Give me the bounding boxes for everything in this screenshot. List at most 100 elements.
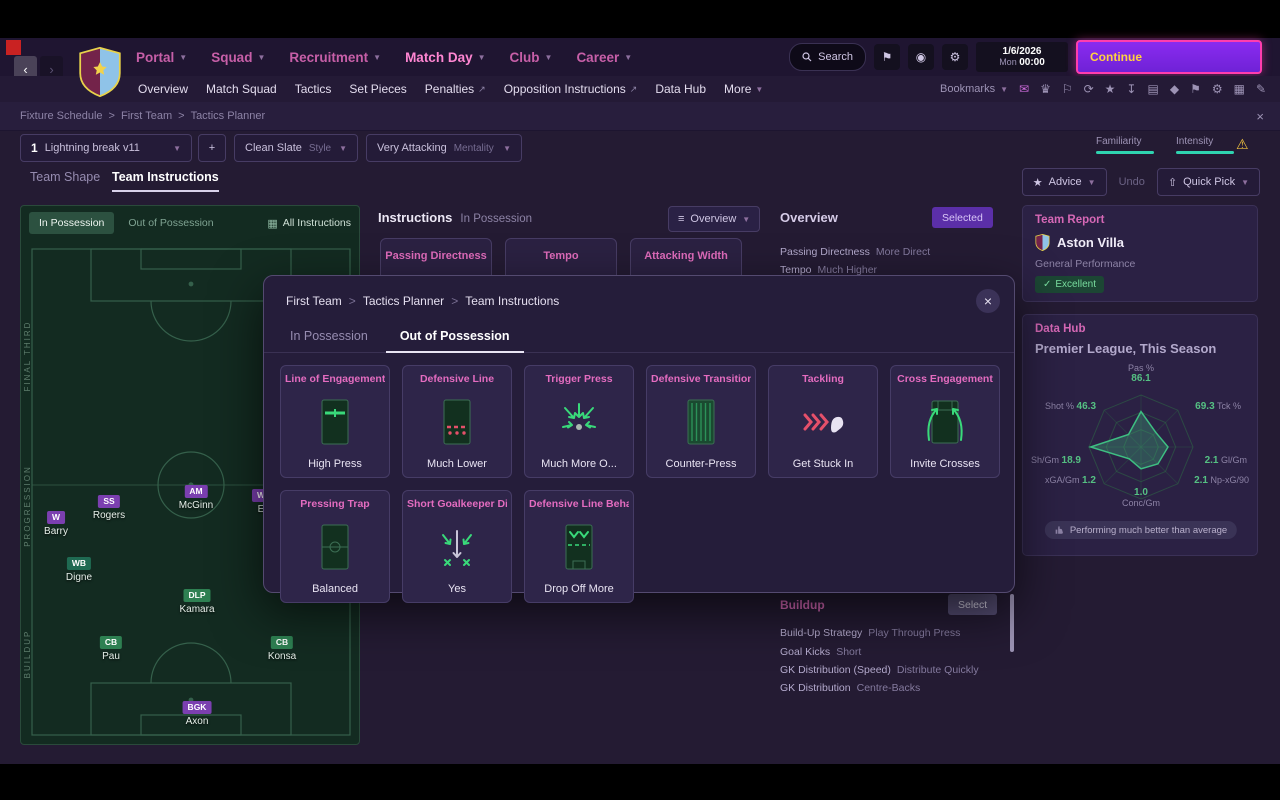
bookmarks-dropdown[interactable]: Bookmarks▼ [940, 83, 1008, 95]
modal-tab-out-of-possession[interactable]: Out of Possession [386, 321, 524, 353]
undo-button[interactable]: Undo [1119, 176, 1145, 188]
crumb-first-team[interactable]: First Team [286, 294, 342, 308]
preferences-button[interactable]: ⚙ [942, 44, 968, 70]
data-hub-panel: Data Hub Premier League, This Season Pas… [1022, 314, 1258, 556]
pitch-player-konsa[interactable]: CB Konsa [268, 636, 296, 662]
award-icon[interactable]: ★ [1105, 82, 1116, 96]
instruction-card-line-of-engagement[interactable]: Line of Engagement High Press [280, 365, 390, 478]
nav-match-day[interactable]: Match Day▼ [405, 50, 485, 65]
crumb-tactics-planner[interactable]: Tactics Planner [363, 294, 444, 308]
buildup-row: Build-Up StrategyPlay Through Press [780, 627, 960, 639]
instruction-card-short-gk-distribution[interactable]: Short Goalkeeper Distr Yes [402, 490, 512, 603]
instruction-card-defensive-line-behaviour[interactable]: Defensive Line Behavio Drop Off More [524, 490, 634, 603]
player-name: Rogers [93, 510, 125, 521]
club-icon[interactable]: ⚐ [1062, 82, 1073, 96]
subnav-penalties[interactable]: Penalties↗ [425, 82, 486, 96]
calendar-icon[interactable]: ▦ [1234, 82, 1245, 96]
nav-portal[interactable]: Portal▼ [136, 50, 187, 65]
advice-button[interactable]: ★Advice▼ [1022, 168, 1107, 196]
selected-button[interactable]: Selected [932, 207, 993, 228]
subnav-set-pieces[interactable]: Set Pieces [349, 82, 406, 96]
chevron-down-icon: ▼ [755, 85, 763, 94]
nav-squad[interactable]: Squad▼ [211, 50, 265, 65]
instruction-card-trigger-press[interactable]: Trigger Press Much More O... [524, 365, 634, 478]
familiarity-meter[interactable]: Familiarity [1096, 136, 1154, 154]
chevron-down-icon: ▼ [257, 53, 265, 62]
instructions-title: Instructions [378, 210, 452, 225]
tab-team-shape[interactable]: Team Shape [30, 170, 100, 190]
tactic-selector[interactable]: 1 Lightning break v11 ▼ [20, 134, 192, 162]
pitch-player-barry[interactable]: W Barry [44, 511, 68, 537]
subnav-match-squad[interactable]: Match Squad [206, 82, 277, 96]
pitch-player-rogers[interactable]: SS Rogers [93, 495, 125, 521]
team-report-subtitle: General Performance [1035, 258, 1135, 270]
instruction-card-cross-engagement[interactable]: Cross Engagement Invite Crosses [890, 365, 1000, 478]
nav-club[interactable]: Club▼ [510, 50, 553, 65]
pitch-player-kamara[interactable]: DLP Kamara [179, 589, 214, 615]
modal-close-button[interactable]: × [976, 289, 1000, 313]
pitch-player-pau[interactable]: CB Pau [100, 636, 122, 662]
subnav-opposition-instructions[interactable]: Opposition Instructions↗ [504, 82, 638, 96]
breadcrumb-bar: Fixture Schedule> First Team> Tactics Pl… [0, 102, 1280, 131]
game-datetime: 1/6/2026 Mon 00:00 [976, 42, 1068, 72]
crumb-tactics-planner[interactable]: Tactics Planner [191, 110, 266, 122]
continue-button[interactable]: Continue [1076, 40, 1262, 74]
instructions-context: In Possession [460, 213, 532, 225]
chevron-down-icon: ▼ [339, 144, 347, 153]
nav-career[interactable]: Career▼ [576, 50, 632, 65]
finance-icon[interactable]: ◆ [1170, 82, 1179, 96]
subnav-overview[interactable]: Overview [138, 82, 188, 96]
position-badge: W [47, 511, 65, 524]
add-tactic-button[interactable]: + [198, 134, 226, 162]
buildup-row: Goal KicksShort [780, 646, 861, 658]
messages-icon[interactable]: ✉ [1019, 82, 1029, 96]
nav-recruitment[interactable]: Recruitment▼ [289, 50, 381, 65]
tackling-icon [795, 394, 851, 450]
crumb-first-team[interactable]: First Team [121, 110, 172, 122]
sync-icon[interactable]: ⟳ [1084, 82, 1094, 96]
style-selector[interactable]: Clean Slate Style ▼ [234, 134, 358, 162]
crumb-fixture-schedule[interactable]: Fixture Schedule [20, 110, 103, 122]
match-button[interactable]: ◉ [908, 44, 934, 70]
notes-icon[interactable]: ✎ [1256, 82, 1266, 96]
report-icon[interactable]: ▤ [1147, 82, 1158, 96]
pitch-player-goalkeeper[interactable]: BGK Axon [183, 701, 212, 727]
instruction-card-defensive-line[interactable]: Defensive Line Much Lower [402, 365, 512, 478]
pitch-player-mcginn[interactable]: AM McGinn [179, 485, 213, 511]
overview-section-title: Overview [780, 210, 838, 225]
warning-icon: ⚠ [1236, 136, 1249, 153]
subnav-more[interactable]: More▼ [724, 82, 763, 96]
pitch-player-digne[interactable]: WB Digne [66, 557, 92, 583]
stat-conc: 1.0Conc/Gm [1122, 487, 1160, 508]
flag-icon[interactable]: ⚑ [1190, 82, 1201, 96]
bookmark-flag-button[interactable]: ⚑ [874, 44, 900, 70]
position-badge: DLP [183, 589, 210, 602]
download-icon[interactable]: ↧ [1126, 82, 1136, 96]
position-badge: AM [184, 485, 207, 498]
toggle-out-of-possession[interactable]: Out of Possession [118, 212, 223, 234]
subnav-data-hub[interactable]: Data Hub [655, 82, 706, 96]
view-mode-dropdown[interactable]: ≡ Overview ▼ [668, 206, 760, 232]
all-instructions-button[interactable]: ▦ All Instructions [267, 217, 351, 230]
close-icon[interactable]: × [1256, 109, 1264, 124]
chevron-down-icon: ▼ [478, 53, 486, 62]
intensity-meter[interactable]: Intensity [1176, 136, 1234, 154]
toggle-in-possession[interactable]: In Possession [29, 212, 114, 234]
search-button[interactable]: Search [789, 43, 866, 71]
mentality-selector[interactable]: Very Attacking Mentality ▼ [366, 134, 522, 162]
instruction-card-tackling[interactable]: Tackling Get Stuck In [768, 365, 878, 478]
competition-icon[interactable]: ♛ [1040, 82, 1051, 96]
subnav-tactics[interactable]: Tactics [295, 82, 332, 96]
team-report-club[interactable]: Aston Villa [1035, 234, 1124, 251]
quick-pick-button[interactable]: ⇧Quick Pick▼ [1157, 168, 1260, 196]
tab-team-instructions[interactable]: Team Instructions [112, 170, 219, 192]
player-name: Digne [66, 572, 92, 583]
settings-icon[interactable]: ⚙ [1212, 82, 1223, 96]
top-bar: ‹ › Portal▼ Squad▼ Recruitment▼ Match Da… [0, 38, 1280, 76]
stat-npxg: 2.1 Np-xG/90 [1194, 475, 1249, 486]
instruction-card-pressing-trap[interactable]: Pressing Trap Balanced [280, 490, 390, 603]
modal-tab-in-possession[interactable]: In Possession [276, 321, 382, 352]
crumb-team-instructions[interactable]: Team Instructions [465, 294, 559, 308]
person-up-icon: ⇧ [1168, 176, 1177, 189]
instruction-card-defensive-transition[interactable]: Defensive Transition Counter-Press [646, 365, 756, 478]
